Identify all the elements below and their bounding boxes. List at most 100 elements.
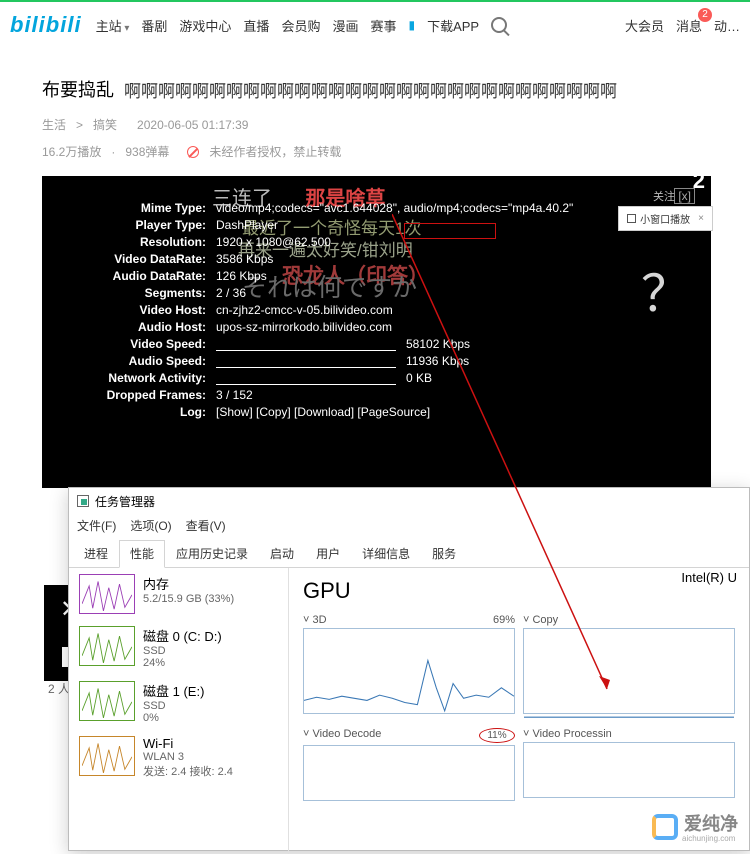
stat-value: 0 KB — [216, 370, 432, 387]
nav-live[interactable]: 直播 — [243, 16, 269, 35]
menu-options[interactable]: 选项(O) — [130, 517, 171, 534]
stat-value: 11936 Kbps — [216, 353, 469, 370]
danmu-count: 938弹幕 — [125, 143, 169, 160]
stat-key: Log: — [98, 404, 216, 421]
watermark-icon — [652, 814, 678, 840]
task-manager-window: 任务管理器 文件(F) 选项(O) 查看(V) 进程性能应用历史记录启动用户详细… — [68, 487, 750, 851]
pip-icon — [627, 214, 636, 223]
stat-value: 1920 x 1080@62.500 — [216, 234, 331, 251]
stat-key: Audio Host: — [98, 319, 216, 336]
nav-match[interactable]: 赛事 — [370, 16, 396, 35]
tab-1[interactable]: 性能 — [119, 540, 165, 568]
stat-key: Audio Speed: — [98, 353, 216, 370]
menu-file[interactable]: 文件(F) — [77, 517, 116, 534]
stat-value: 126 Kbps — [216, 268, 267, 285]
chart-label-copy: ˅ Copy — [523, 614, 558, 626]
watermark-text: 爱纯净 — [684, 810, 738, 836]
gpu-heading: GPU — [303, 578, 735, 604]
nav-messages-label: 消息 — [676, 19, 702, 34]
menu-bar: 文件(F) 选项(O) 查看(V) — [69, 514, 749, 536]
logo[interactable]: bilibili — [10, 12, 82, 38]
tab-5[interactable]: 详细信息 — [351, 540, 421, 567]
tab-4[interactable]: 用户 — [305, 540, 351, 567]
nav-messages[interactable]: 消息 2 — [676, 16, 702, 35]
nav-vip[interactable]: 大会员 — [625, 16, 664, 35]
window-title: 任务管理器 — [95, 493, 155, 510]
tab-6[interactable]: 服务 — [421, 540, 467, 567]
pip-label: 小窗口播放 — [640, 211, 690, 226]
play-count: 16.2万播放 — [42, 143, 101, 160]
gpu-model: Intel(R) U — [681, 570, 737, 585]
annotation-box — [404, 223, 496, 239]
follow-label[interactable]: 关注 — [653, 188, 675, 204]
stats-sep: · — [111, 145, 115, 159]
stat-key: Video Host: — [98, 302, 216, 319]
sidebar-item[interactable]: 磁盘 1 (E:)SSD0% — [69, 675, 288, 730]
tab-bar: 进程性能应用历史记录启动用户详细信息服务 — [69, 536, 749, 568]
video-title-suffix: 啊啊啊啊啊啊啊啊啊啊啊啊啊啊啊啊啊啊啊啊啊啊啊啊啊啊啊啊啊 — [124, 77, 617, 102]
nav-dynamic[interactable]: 动… — [714, 16, 740, 35]
stat-key: Resolution: — [98, 234, 216, 251]
video-title: 布要捣乱 — [42, 76, 114, 102]
watermark: 爱纯净 aichunjing.com — [652, 810, 738, 843]
tab-0[interactable]: 进程 — [73, 540, 119, 567]
stat-key: Video DataRate: — [98, 251, 216, 268]
chart-video-processing — [523, 742, 735, 798]
stat-key: Network Activity: — [98, 370, 216, 387]
nav-shop[interactable]: 会员购 — [281, 16, 320, 35]
task-manager-icon — [77, 495, 89, 507]
stat-value: DashPlayer — [216, 217, 278, 234]
nav-anime[interactable]: 番剧 — [141, 16, 167, 35]
tab-2[interactable]: 应用历史记录 — [165, 540, 259, 567]
stat-value: 3 / 152 — [216, 387, 253, 404]
chart-label-vproc: ˅ Video Processin — [523, 728, 612, 740]
nav-manga[interactable]: 漫画 — [332, 16, 358, 35]
stat-value: cn-zjhz2-cmcc-v-05.bilivideo.com — [216, 302, 393, 319]
menu-view[interactable]: 查看(V) — [186, 517, 226, 534]
stat-value: upos-sz-mirrorkodo.bilivideo.com — [216, 319, 392, 336]
stat-key: Segments: — [98, 285, 216, 302]
stat-key: Audio DataRate: — [98, 268, 216, 285]
chart-label-vdec: ˅ Video Decode — [303, 728, 381, 743]
stat-key: Video Speed: — [98, 336, 216, 353]
stats-close-icon[interactable]: [x] — [674, 188, 695, 204]
danmaku-qmark: ？ — [641, 254, 691, 326]
breadcrumb-cat2[interactable]: 搞笑 — [93, 116, 117, 133]
chart-copy — [523, 628, 735, 714]
sidebar-item[interactable]: 内存5.2/15.9 GB (33%) — [69, 568, 288, 620]
publish-time: 2020-06-05 01:17:39 — [137, 118, 248, 132]
stat-key: Dropped Frames: — [98, 387, 216, 404]
nav-download[interactable]: 下载APP — [427, 16, 479, 35]
stat-value: 3586 Kbps — [216, 251, 273, 268]
player-stats-overlay: Mime Type:video/mp4;codecs="avc1.644028"… — [98, 200, 573, 421]
forbid-icon — [187, 146, 199, 158]
main-nav: 主站 番剧 游戏中心 直播 会员购 漫画 赛事 ▮ 下载APP — [96, 16, 508, 35]
stat-log-links[interactable]: [Show] [Copy] [Download] [PageSource] — [216, 404, 430, 421]
right-nav: 大会员 消息 2 动… — [625, 16, 740, 35]
chart-3d — [303, 628, 515, 714]
nav-game[interactable]: 游戏中心 — [179, 16, 231, 35]
badge-count: 2 — [698, 8, 712, 22]
pip-button[interactable]: 小窗口播放 × — [618, 206, 713, 231]
window-titlebar[interactable]: 任务管理器 — [69, 488, 749, 514]
nav-main[interactable]: 主站 — [96, 16, 130, 35]
tab-3[interactable]: 启动 — [259, 540, 305, 567]
breadcrumb-sep: > — [76, 118, 83, 132]
search-icon[interactable] — [491, 17, 507, 33]
sidebar-item[interactable]: 磁盘 0 (C: D:)SSD24% — [69, 620, 288, 675]
sidebar-item[interactable]: Wi-FiWLAN 3发送: 2.4 接收: 2.4 — [69, 730, 288, 785]
stat-value: video/mp4;codecs="avc1.644028", audio/mp… — [216, 200, 573, 217]
chart-video-decode — [303, 745, 515, 801]
stat-value: 58102 Kbps — [216, 336, 470, 353]
phone-icon: ▮ — [408, 18, 415, 32]
chart-pct-3d: 69% — [493, 614, 515, 626]
stat-key: Mime Type: — [98, 200, 216, 217]
annotation-oval: 11% — [479, 728, 515, 743]
sidebar: 内存5.2/15.9 GB (33%) 磁盘 0 (C: D:)SSD24% 磁… — [69, 568, 289, 854]
video-player[interactable]: 2 [x] 关注 小窗口播放 × 三连了 那是啥草 最近了一个奇怪每天1次 再来… — [42, 176, 711, 488]
top-nav: bilibili 主站 番剧 游戏中心 直播 会员购 漫画 赛事 ▮ 下载APP… — [0, 0, 750, 48]
chart-label-3d: ˅ 3D — [303, 614, 327, 626]
watermark-sub: aichunjing.com — [682, 834, 738, 843]
pip-close-icon[interactable]: × — [698, 213, 704, 224]
breadcrumb-cat1[interactable]: 生活 — [42, 116, 66, 133]
